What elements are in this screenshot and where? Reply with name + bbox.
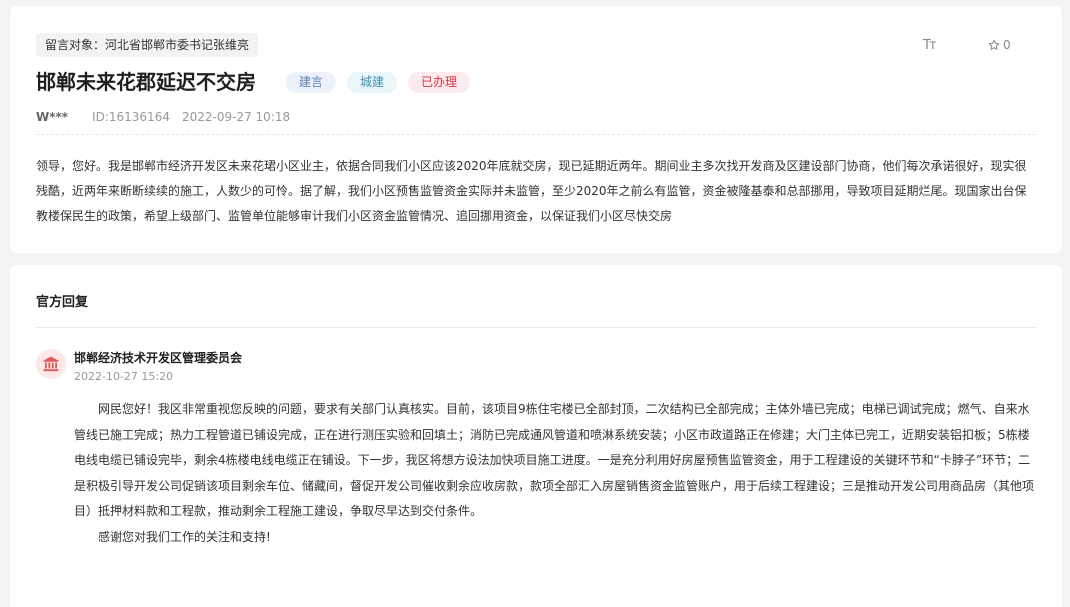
- author-name: W***: [36, 110, 69, 124]
- reply-paragraph: 网民您好！我区非常重视您反映的问题，要求有关部门认真核实。目前，该项目9栋住宅楼…: [74, 402, 1035, 518]
- favorite-count: 0: [1003, 38, 1011, 52]
- reply-org-name: 邯郸经济技术开发区管理委员会: [74, 351, 243, 365]
- message-tags: 建言 城建 已办理: [286, 72, 471, 93]
- message-card: 留言对象：河北省邯郸市委书记张维亮 Tт 0 邯郸未来花郡延迟不交房 建言 城建…: [10, 6, 1062, 253]
- tag-suggestion[interactable]: 建言: [286, 72, 337, 93]
- reply-card: 官方回复 邯郸经济技术开发区管理委员会 2022-10-27 15:20 网民您…: [10, 265, 1062, 607]
- message-time: 2022-09-27 10:18: [181, 110, 291, 124]
- reply-paragraph: 感谢您对我们工作的关注和支持!: [98, 529, 271, 544]
- status-badge: 已办理: [408, 72, 471, 93]
- government-building-icon: [43, 356, 59, 372]
- reply-section-title: 官方回复: [36, 295, 89, 310]
- message-id: ID:16136164: [92, 110, 170, 124]
- tag-urban-construction[interactable]: 城建: [347, 72, 398, 93]
- message-content: 领导，您好。我是邯郸市经济开发区未来花珺小区业主，依据合同我们小区应该2020年…: [36, 159, 1027, 223]
- message-target: 留言对象：河北省邯郸市委书记张维亮: [36, 33, 259, 57]
- favorite-button[interactable]: 0: [988, 38, 1011, 52]
- divider: [36, 134, 1036, 135]
- reply-time: 2022-10-27 15:20: [74, 370, 174, 383]
- star-outline-icon: [988, 39, 1000, 50]
- font-size-icon[interactable]: Tт: [923, 38, 936, 53]
- page-title: 邯郸未来花郡延迟不交房: [36, 70, 256, 94]
- divider: [36, 327, 1036, 328]
- reply-content: 网民您好！我区非常重视您反映的问题，要求有关部门认真核实。目前，该项目9栋住宅楼…: [74, 397, 1036, 550]
- avatar: [36, 349, 66, 379]
- message-meta: W*** ID:16136164 2022-09-27 10:18: [36, 110, 290, 124]
